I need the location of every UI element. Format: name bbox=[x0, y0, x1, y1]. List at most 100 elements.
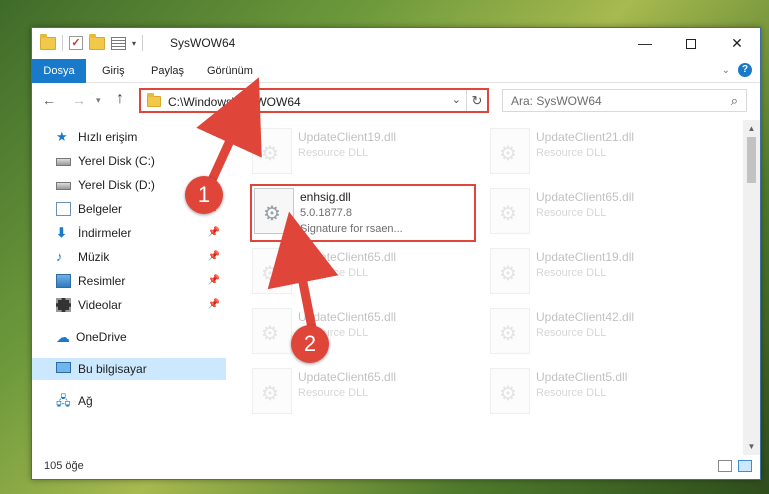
pictures-icon bbox=[56, 274, 71, 288]
tab-share[interactable]: Paylaş bbox=[141, 59, 194, 83]
nav-item-label: Müzik bbox=[78, 250, 110, 264]
scroll-up-icon[interactable]: ▲ bbox=[743, 120, 760, 137]
file-name: UpdateClient65.dll bbox=[298, 310, 397, 324]
nav-item-network[interactable]: 🖧 Ağ bbox=[32, 390, 226, 412]
nav-item-pictures[interactable]: Resimler 📌 bbox=[32, 270, 226, 292]
file-type: Resource DLL bbox=[298, 267, 369, 279]
file-name: UpdateClient65.dll bbox=[298, 370, 397, 384]
file-item-enhsig-dll[interactable]: enhsig.dll 5.0.1877.8 Signature for rsae… bbox=[250, 184, 476, 242]
nav-item-label: İndirmeler bbox=[78, 226, 132, 240]
tab-file[interactable]: Dosya bbox=[32, 59, 86, 83]
cloud-icon: ☁ bbox=[56, 329, 70, 345]
dll-file-icon bbox=[490, 368, 530, 414]
dll-file-icon bbox=[252, 308, 292, 354]
dll-file-icon bbox=[252, 248, 292, 294]
chevron-down-icon[interactable]: ⌄ bbox=[452, 93, 461, 106]
status-bar: 105 öğe bbox=[32, 455, 760, 479]
recent-locations-icon[interactable]: ▾ bbox=[96, 95, 101, 106]
title-bar: ✓ ▾ SysWOW64 — ✕ bbox=[32, 28, 760, 60]
file-item[interactable]: UpdateClient65.dll Resource DLL bbox=[250, 366, 478, 420]
close-button[interactable]: ✕ bbox=[714, 28, 760, 58]
music-icon: ♪ bbox=[56, 249, 63, 264]
ribbon-tabs: Dosya Giriş Paylaş Görünüm ⌄ ? bbox=[32, 59, 760, 83]
properties-check-icon[interactable]: ✓ bbox=[69, 36, 83, 50]
nav-item-label: Bu bilgisayar bbox=[78, 362, 147, 376]
file-explorer-window: ✓ ▾ SysWOW64 — ✕ Dosya Giriş Paylaş Görü… bbox=[31, 27, 761, 480]
file-name: UpdateClient42.dll bbox=[536, 310, 635, 324]
nav-item-label: Hızlı erişim bbox=[78, 130, 138, 144]
search-box[interactable]: ⌕ bbox=[502, 89, 747, 112]
details-view-icon[interactable] bbox=[718, 460, 732, 472]
file-item[interactable]: UpdateClient65.dll Resource DLL bbox=[250, 246, 478, 300]
scroll-down-icon[interactable]: ▼ bbox=[743, 438, 760, 455]
nav-item-label: Belgeler bbox=[78, 202, 123, 216]
new-folder-icon[interactable] bbox=[89, 33, 105, 50]
scroll-thumb[interactable] bbox=[747, 137, 756, 183]
help-icon[interactable]: ? bbox=[738, 63, 752, 77]
network-icon: 🖧 bbox=[56, 393, 71, 408]
file-name: UpdateClient21.dll bbox=[536, 130, 635, 144]
download-icon: ⬇ bbox=[56, 225, 67, 240]
item-count: 105 öğe bbox=[44, 460, 84, 472]
file-item[interactable]: UpdateClient21.dll Resource DLL bbox=[488, 126, 716, 180]
file-list: UpdateClient19.dll Resource DLL UpdateCl… bbox=[232, 120, 744, 455]
ribbon-right-controls: ⌄ ? bbox=[722, 63, 752, 77]
file-item[interactable]: UpdateClient42.dll Resource DLL bbox=[488, 306, 716, 360]
nav-item-videos[interactable]: Videolar 📌 bbox=[32, 294, 226, 316]
nav-item-disk-c[interactable]: Yerel Disk (C:) bbox=[32, 150, 226, 172]
pin-icon[interactable]: 📌 bbox=[208, 246, 220, 268]
videos-icon bbox=[56, 298, 71, 312]
back-arrow-icon[interactable]: ← bbox=[42, 92, 56, 108]
file-name: UpdateClient65.dll bbox=[298, 250, 397, 264]
maximize-button[interactable] bbox=[668, 28, 714, 58]
nav-item-quick-access[interactable]: ★ Hızlı erişim bbox=[32, 126, 226, 148]
divider bbox=[142, 35, 144, 51]
file-version: 5.0.1877.8 bbox=[300, 207, 352, 219]
divider bbox=[62, 35, 63, 51]
file-item[interactable]: UpdateClient19.dll Resource DLL bbox=[250, 126, 478, 180]
navigation-pane: ★ Hızlı erişim Yerel Disk (C:) Yerel Dis… bbox=[32, 120, 228, 455]
file-name: UpdateClient65.dll bbox=[536, 190, 635, 204]
up-arrow-icon[interactable]: ↑ bbox=[116, 90, 124, 108]
customize-icon[interactable] bbox=[111, 36, 126, 50]
address-path[interactable]: C:\Windows\SysWOW64 bbox=[168, 95, 301, 109]
nav-item-label: Videolar bbox=[78, 298, 122, 312]
refresh-icon[interactable]: ↻ bbox=[466, 90, 487, 111]
search-input[interactable] bbox=[503, 90, 713, 111]
nav-item-music[interactable]: ♪ Müzik 📌 bbox=[32, 246, 226, 268]
chevron-down-icon[interactable]: ▾ bbox=[132, 39, 136, 48]
expand-ribbon-icon[interactable]: ⌄ bbox=[722, 65, 730, 76]
forward-arrow-icon[interactable]: → bbox=[72, 92, 86, 108]
tab-home[interactable]: Giriş bbox=[92, 59, 135, 83]
pin-icon[interactable]: 📌 bbox=[208, 270, 220, 292]
file-item[interactable]: UpdateClient65.dll Resource DLL bbox=[488, 186, 716, 240]
file-type: Resource DLL bbox=[298, 147, 369, 159]
minimize-button[interactable]: — bbox=[622, 28, 668, 58]
file-type: Resource DLL bbox=[536, 327, 607, 339]
folder-icon bbox=[40, 33, 56, 50]
pin-icon[interactable]: 📌 bbox=[208, 294, 220, 316]
file-name: UpdateClient5.dll bbox=[536, 370, 628, 384]
window-title: SysWOW64 bbox=[170, 36, 236, 50]
nav-item-onedrive[interactable]: ☁ OneDrive bbox=[32, 326, 226, 348]
address-row: ← → ▾ ↑ C:\Windows\SysWOW64 ⌄ ↻ ⌕ bbox=[32, 86, 760, 116]
tab-view[interactable]: Görünüm bbox=[197, 59, 263, 83]
file-item[interactable]: UpdateClient65.dll Resource DLL bbox=[250, 306, 478, 360]
file-type: Resource DLL bbox=[536, 147, 607, 159]
nav-item-downloads[interactable]: ⬇ İndirmeler 📌 bbox=[32, 222, 226, 244]
pin-icon[interactable]: 📌 bbox=[208, 222, 220, 244]
dll-file-icon bbox=[490, 128, 530, 174]
file-item[interactable]: UpdateClient19.dll Resource DLL bbox=[488, 246, 716, 300]
dll-file-icon bbox=[490, 188, 530, 234]
computer-icon bbox=[56, 362, 71, 373]
tiles-view-icon[interactable] bbox=[738, 460, 752, 472]
search-icon[interactable]: ⌕ bbox=[731, 93, 738, 109]
file-type: Resource DLL bbox=[298, 387, 369, 399]
file-item[interactable]: UpdateClient5.dll Resource DLL bbox=[488, 366, 716, 420]
nav-item-this-pc[interactable]: Bu bilgisayar bbox=[32, 358, 226, 380]
file-type: Resource DLL bbox=[536, 207, 607, 219]
nav-item-label: Yerel Disk (D:) bbox=[78, 178, 155, 192]
address-bar[interactable]: C:\Windows\SysWOW64 ⌄ ↻ bbox=[139, 88, 489, 113]
vertical-scrollbar[interactable]: ▲ ▼ bbox=[743, 120, 760, 455]
dll-file-icon bbox=[490, 248, 530, 294]
